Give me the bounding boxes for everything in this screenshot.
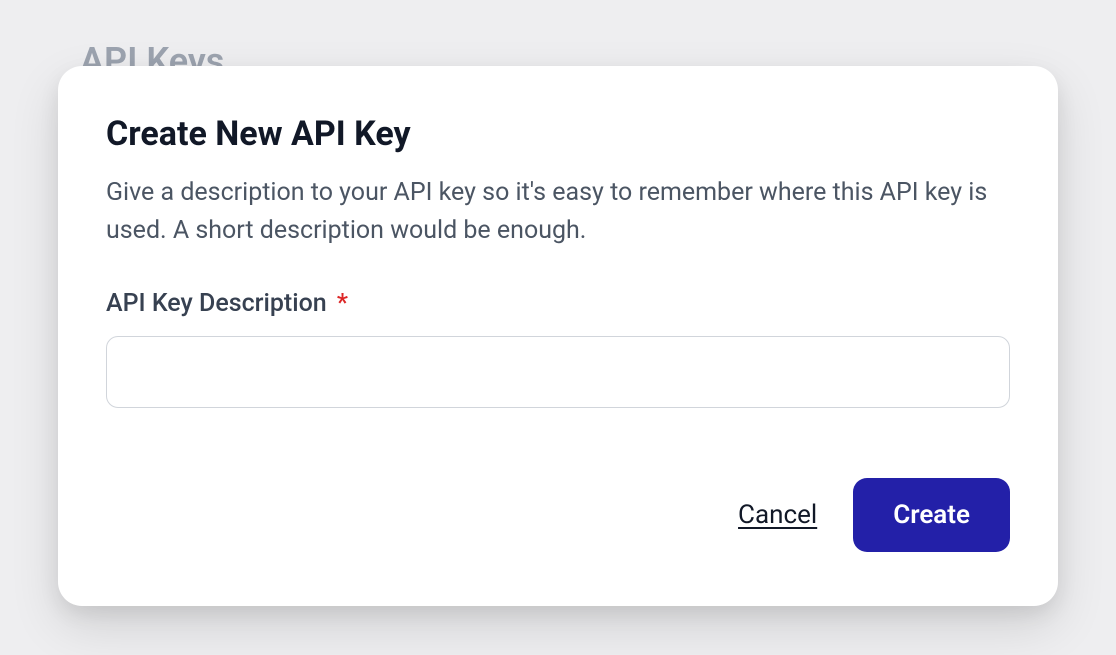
create-api-key-modal: Create New API Key Give a description to… [58, 66, 1058, 606]
api-key-description-label: API Key Description * [106, 289, 1010, 318]
cancel-button[interactable]: Cancel [738, 500, 817, 530]
modal-button-row: Cancel Create [106, 478, 1010, 552]
required-indicator: * [337, 289, 348, 318]
field-label-text: API Key Description [106, 289, 327, 318]
modal-description: Give a description to your API key so it… [106, 174, 1010, 249]
create-button[interactable]: Create [853, 478, 1010, 552]
api-key-description-input[interactable] [106, 336, 1010, 408]
modal-title: Create New API Key [106, 114, 1010, 154]
